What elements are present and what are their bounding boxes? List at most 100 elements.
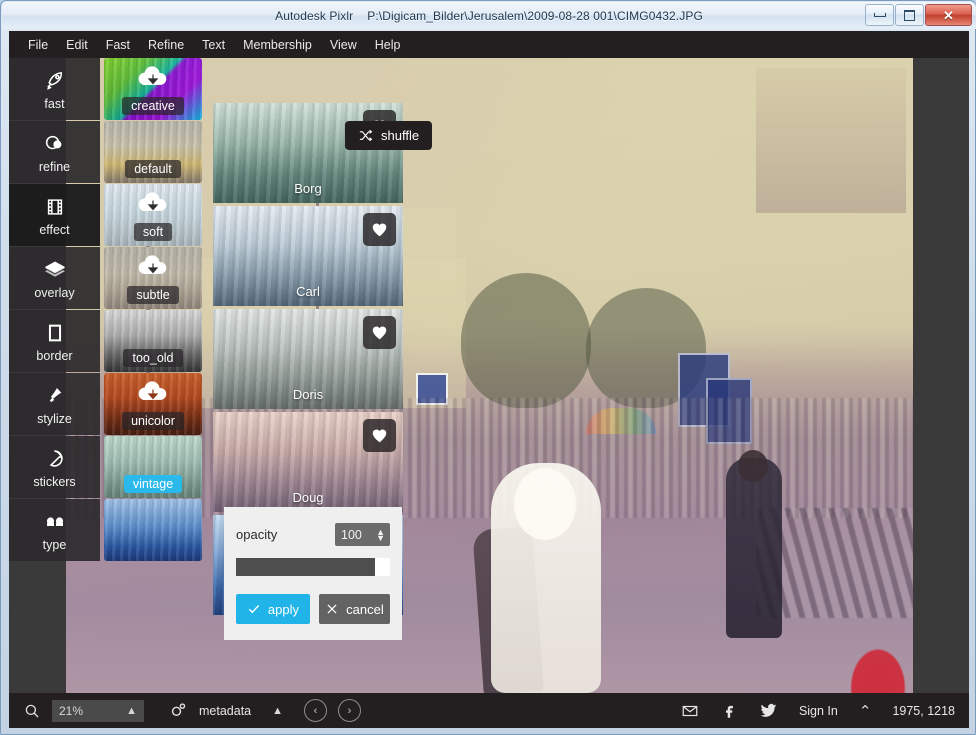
filter-item-borg[interactable]: Borg bbox=[213, 103, 403, 203]
filter-name: Borg bbox=[213, 181, 403, 196]
menu-item-edit[interactable]: Edit bbox=[57, 36, 97, 54]
cancel-button[interactable]: cancel bbox=[319, 594, 390, 624]
download-icon bbox=[135, 380, 171, 406]
preset-default[interactable]: default bbox=[104, 121, 202, 183]
opacity-panel: opacity 100 ▲ ▼ apply bbox=[224, 507, 402, 640]
preset-creative[interactable]: creative bbox=[104, 58, 202, 120]
preset-too-old[interactable]: too_old bbox=[104, 310, 202, 372]
shuffle-button[interactable]: shuffle bbox=[345, 121, 432, 150]
favorite-button[interactable] bbox=[363, 213, 396, 246]
maximize-button[interactable] bbox=[895, 4, 924, 26]
category-label: refine bbox=[39, 160, 70, 174]
cursor-coordinates: 1975, 1218 bbox=[892, 704, 955, 718]
metadata-icon[interactable] bbox=[169, 701, 188, 720]
brush-icon bbox=[43, 383, 66, 409]
menu-item-refine[interactable]: Refine bbox=[139, 36, 193, 54]
category-overlay[interactable]: overlay bbox=[9, 247, 100, 309]
close-button[interactable]: ✕ bbox=[925, 4, 972, 26]
mail-icon[interactable] bbox=[681, 702, 699, 720]
category-fast[interactable]: fast bbox=[9, 58, 100, 120]
menu-item-help[interactable]: Help bbox=[366, 36, 410, 54]
rocket-icon bbox=[43, 68, 66, 94]
opacity-input[interactable]: 100 ▲ ▼ bbox=[335, 523, 390, 546]
application-window: Autodesk PixlrP:\Digicam_Bilder\Jerusale… bbox=[0, 0, 976, 735]
sign-in-button[interactable]: Sign In bbox=[799, 704, 838, 718]
filter-item-doris[interactable]: Doris bbox=[213, 309, 403, 409]
status-right-group: Sign In ⌃ 1975, 1218 bbox=[681, 701, 955, 720]
zoom-level-value: 21% bbox=[59, 704, 83, 718]
category-refine[interactable]: refine bbox=[9, 121, 100, 183]
preset-partial[interactable] bbox=[104, 499, 202, 561]
category-border[interactable]: border bbox=[9, 310, 100, 372]
status-left-group: 21% ▲ metadata ▲ ‹ › bbox=[23, 699, 361, 722]
shuffle-icon bbox=[358, 128, 373, 143]
minimize-icon bbox=[874, 13, 886, 17]
zoom-level-control[interactable]: 21% ▲ bbox=[52, 700, 144, 722]
stepper-down-icon: ▼ bbox=[376, 535, 385, 541]
category-stylize[interactable]: stylize bbox=[9, 373, 100, 435]
cancel-label: cancel bbox=[346, 602, 384, 617]
metadata-chevron-up-icon[interactable]: ▲ bbox=[272, 705, 283, 717]
preset-label: default bbox=[125, 160, 181, 178]
photo-figure-headscarf bbox=[514, 468, 576, 540]
menu-item-text[interactable]: Text bbox=[193, 36, 234, 54]
preset-soft[interactable]: soft bbox=[104, 184, 202, 246]
heart-icon bbox=[370, 220, 389, 239]
favorite-button[interactable] bbox=[363, 419, 396, 452]
photo-figure-dark-head bbox=[738, 450, 768, 482]
shuffle-label: shuffle bbox=[381, 128, 419, 143]
category-stickers[interactable]: stickers bbox=[9, 436, 100, 498]
status-bar: 21% ▲ metadata ▲ ‹ › Sign In ⌃ 1975, 121 bbox=[9, 693, 969, 728]
opacity-stepper[interactable]: ▲ ▼ bbox=[376, 529, 387, 541]
category-label: effect bbox=[39, 223, 69, 237]
close-icon: ✕ bbox=[943, 9, 954, 22]
category-label: type bbox=[43, 538, 67, 552]
menu-item-view[interactable]: View bbox=[321, 36, 366, 54]
preset-label: unicolor bbox=[122, 412, 184, 430]
opacity-row: opacity 100 ▲ ▼ bbox=[224, 507, 402, 546]
category-type[interactable]: type bbox=[9, 499, 100, 561]
opacity-slider-knob[interactable] bbox=[375, 558, 390, 576]
category-rail: fast refine bbox=[9, 58, 100, 693]
magnifier-icon[interactable] bbox=[23, 702, 41, 720]
preset-label: vintage bbox=[124, 475, 182, 493]
app-name: Autodesk Pixlr bbox=[275, 9, 353, 23]
menu-item-file[interactable]: File bbox=[19, 36, 57, 54]
layers-icon bbox=[43, 257, 67, 283]
heart-icon bbox=[370, 323, 389, 342]
window-title: Autodesk PixlrP:\Digicam_Bilder\Jerusale… bbox=[275, 9, 703, 23]
title-bar: Autodesk PixlrP:\Digicam_Bilder\Jerusale… bbox=[2, 2, 976, 29]
preset-unicolor[interactable]: unicolor bbox=[104, 373, 202, 435]
category-label: stylize bbox=[37, 412, 72, 426]
filter-item-carl[interactable]: Carl bbox=[213, 206, 403, 306]
metadata-label[interactable]: metadata bbox=[199, 704, 251, 718]
photo-building-wall bbox=[756, 68, 906, 213]
opacity-label: opacity bbox=[236, 527, 277, 542]
filter-name: Carl bbox=[213, 284, 403, 299]
preset-subtle[interactable]: subtle bbox=[104, 247, 202, 309]
chevron-up-icon: ▲ bbox=[126, 705, 137, 717]
category-label: overlay bbox=[34, 286, 74, 300]
previous-button[interactable]: ‹ bbox=[304, 699, 327, 722]
category-effect[interactable]: effect bbox=[9, 184, 100, 246]
filter-item-doug[interactable]: Doug bbox=[213, 412, 403, 512]
apply-button[interactable]: apply bbox=[236, 594, 310, 624]
menu-item-fast[interactable]: Fast bbox=[97, 36, 139, 54]
expand-chevron-up-icon[interactable]: ⌃ bbox=[859, 702, 872, 720]
preset-label: subtle bbox=[127, 286, 178, 304]
next-button[interactable]: › bbox=[338, 699, 361, 722]
opacity-slider[interactable] bbox=[236, 558, 390, 576]
preset-vintage[interactable]: vintage bbox=[104, 436, 202, 498]
facebook-icon[interactable] bbox=[720, 702, 738, 720]
film-icon bbox=[44, 194, 66, 220]
menu-item-membership[interactable]: Membership bbox=[234, 36, 321, 54]
twitter-icon[interactable] bbox=[759, 701, 778, 720]
opacity-actions: apply cancel bbox=[224, 576, 402, 624]
favorite-button[interactable] bbox=[363, 316, 396, 349]
filter-name: Doris bbox=[213, 387, 403, 402]
preset-label: creative bbox=[122, 97, 184, 115]
preset-thumb-texture bbox=[104, 499, 202, 561]
minimize-button[interactable] bbox=[865, 4, 894, 26]
preset-column: creative default soft bbox=[104, 58, 202, 693]
menu-bar: File Edit Fast Refine Text Membership Vi… bbox=[9, 31, 969, 58]
